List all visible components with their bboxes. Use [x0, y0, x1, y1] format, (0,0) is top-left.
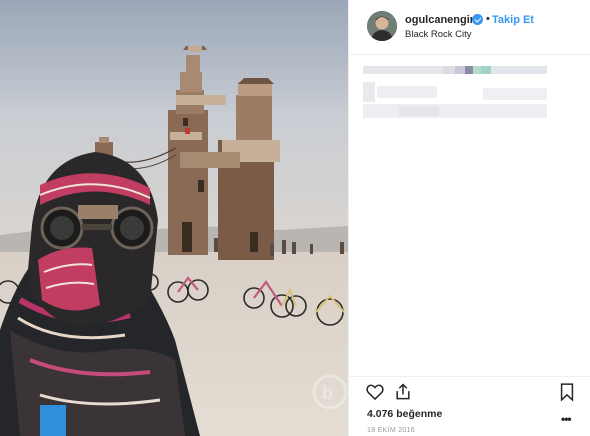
bookmark-icon[interactable] — [557, 382, 581, 406]
separator-dot: • — [486, 13, 490, 25]
post-header: ogulcanengin • Takip Et Black Rock City — [349, 0, 590, 54]
actions-divider — [349, 376, 590, 377]
header-divider — [349, 54, 590, 55]
like-count[interactable]: 4.076 beğenme — [367, 408, 442, 420]
verified-badge-icon — [472, 14, 483, 25]
share-icon[interactable] — [393, 382, 417, 406]
like-heart-icon[interactable] — [365, 382, 389, 406]
username[interactable]: ogulcanengin — [405, 14, 477, 26]
post-actions — [349, 378, 590, 408]
avatar-image — [367, 11, 397, 41]
svg-text:b: b — [322, 383, 333, 403]
more-options-button[interactable]: ••• — [561, 412, 572, 426]
post-photo[interactable]: b — [0, 0, 348, 436]
avatar[interactable] — [367, 11, 397, 41]
location-link[interactable]: Black Rock City — [405, 29, 472, 40]
post-date: 18 EKİM 2016 — [367, 427, 415, 434]
photo-illustration: b — [0, 0, 348, 436]
follow-button[interactable]: Takip Et — [492, 14, 534, 26]
post-sidebar: ogulcanengin • Takip Et Black Rock City — [348, 0, 590, 436]
blurred-caption — [363, 64, 553, 122]
